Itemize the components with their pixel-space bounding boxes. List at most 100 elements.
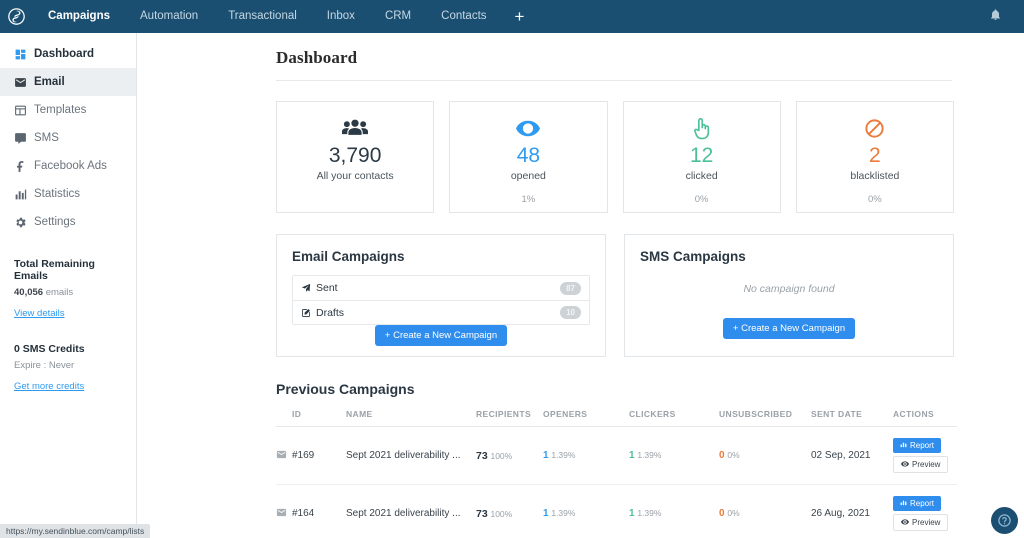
sms-campaigns-title: SMS Campaigns	[640, 249, 746, 264]
row-mail-icon-cell	[276, 426, 292, 485]
eye-icon	[901, 460, 909, 469]
sidebar-item-settings-label: Settings	[34, 216, 76, 228]
envelope-icon	[276, 508, 287, 521]
nav-item-crm[interactable]: CRM	[370, 0, 426, 33]
nav-item-transactional-label: Transactional	[228, 10, 297, 22]
email-campaigns-drafts-label: Drafts	[316, 306, 345, 319]
preview-button[interactable]: Preview	[893, 456, 949, 473]
stat-card-clicked-label: clicked	[685, 170, 718, 182]
table-row[interactable]: #164 Sept 2021 deliverability ... 73 100…	[276, 484, 957, 538]
sidebar-item-sms[interactable]: SMS	[0, 124, 136, 152]
preview-button[interactable]: Preview	[893, 514, 949, 531]
nav-item-inbox[interactable]: Inbox	[312, 0, 370, 33]
create-new-sms-campaign-button[interactable]: + Create a New Campaign	[722, 318, 856, 339]
chat-bubble-icon	[14, 132, 34, 145]
sidebar-item-facebook-ads-label: Facebook Ads	[34, 160, 107, 172]
nav-item-campaigns[interactable]: Campaigns	[33, 0, 125, 33]
email-campaigns-panel: Email Campaigns Sent 87 Drafts 10 + Crea…	[276, 234, 606, 357]
stat-card-contacts: 3,790 All your contacts	[276, 101, 435, 213]
sendinblue-logo-icon[interactable]	[0, 0, 33, 33]
row-unsubscribed-value: 0	[719, 508, 725, 519]
nav-item-transactional[interactable]: Transactional	[213, 0, 312, 33]
row-name[interactable]: Sept 2021 deliverability ...	[346, 484, 476, 538]
report-button[interactable]: Report	[893, 438, 942, 453]
row-clickers-value: 1	[629, 450, 635, 461]
row-unsubscribed: 0 0%	[719, 484, 811, 538]
row-clickers: 1 1.39%	[629, 426, 719, 485]
row-id: #169	[292, 426, 346, 485]
envelope-icon	[14, 76, 34, 89]
row-unsubscribed-percent: 0%	[727, 450, 740, 460]
create-new-email-campaign-button[interactable]: + Create a New Campaign	[374, 325, 508, 346]
sidebar-item-email[interactable]: Email	[0, 68, 136, 96]
report-button[interactable]: Report	[893, 496, 942, 511]
sms-campaigns-empty-message: No campaign found	[743, 283, 835, 295]
stat-card-opened-percent: 1%	[521, 194, 536, 205]
nav-item-campaigns-label: Campaigns	[48, 10, 110, 22]
sidebar-item-facebook-ads[interactable]: Facebook Ads	[0, 152, 136, 180]
stat-card-opened: 48 opened 1%	[449, 101, 608, 213]
top-navigation-bar: Campaigns Automation Transactional Inbox…	[0, 0, 1024, 33]
row-clickers-percent: 1.39%	[637, 508, 662, 518]
row-actions: Report Preview	[893, 426, 957, 485]
previous-campaigns-title: Previous Campaigns	[276, 381, 415, 397]
row-unsubscribed-value: 0	[719, 450, 725, 461]
sidebar-item-templates-label: Templates	[34, 104, 87, 116]
sms-credits-expire: Expire : Never	[14, 360, 75, 371]
column-header-icon	[276, 409, 292, 427]
nav-item-contacts[interactable]: Contacts	[426, 0, 501, 33]
report-button-label: Report	[910, 499, 935, 508]
sidebar-item-dashboard-label: Dashboard	[34, 48, 95, 60]
row-recipients-value: 73	[476, 507, 488, 520]
add-new-button[interactable]: +	[502, 0, 538, 33]
stat-card-blacklisted: 2 blacklisted 0%	[795, 101, 954, 213]
remaining-emails-title: Total Remaining Emails	[14, 258, 95, 282]
bell-icon[interactable]	[989, 8, 1002, 26]
stat-cards: 3,790 All your contacts 48 opened 1% 12 …	[276, 101, 954, 213]
template-icon	[14, 104, 34, 117]
row-sent-date: 02 Sep, 2021	[811, 426, 893, 485]
previous-campaigns-table: ID NAME RECIPIENTS OPENERS CLICKERS UNSU…	[276, 409, 957, 538]
page-title: Dashboard	[276, 48, 358, 67]
column-header-id: ID	[292, 409, 346, 427]
sidebar: Dashboard Email Templates SMS Facebook A	[0, 33, 137, 538]
column-header-clickers: CLICKERS	[629, 409, 719, 427]
row-name[interactable]: Sept 2021 deliverability ...	[346, 426, 476, 485]
row-openers: 1 1.39%	[543, 426, 629, 485]
bar-chart-icon	[900, 441, 907, 450]
view-details-link[interactable]: View details	[14, 308, 65, 319]
remaining-emails-unit: emails	[45, 287, 74, 298]
table-header-row: ID NAME RECIPIENTS OPENERS CLICKERS UNSU…	[276, 409, 957, 427]
email-campaigns-sent-count: 87	[560, 281, 581, 295]
row-clickers-percent: 1.39%	[637, 450, 662, 460]
row-recipients: 73 100%	[476, 426, 543, 485]
row-openers-value: 1	[543, 450, 549, 461]
gear-icon	[14, 216, 34, 229]
row-id: #164	[292, 484, 346, 538]
row-unsubscribed: 0 0%	[719, 426, 811, 485]
top-nav-links: Campaigns Automation Transactional Inbox…	[33, 0, 537, 33]
stat-card-contacts-value: 3,790	[328, 144, 382, 167]
row-unsubscribed-percent: 0%	[727, 508, 740, 518]
table-row[interactable]: #169 Sept 2021 deliverability ... 73 100…	[276, 426, 957, 485]
main-content: Dashboard 3,790 All your contacts 48 ope…	[137, 33, 1024, 538]
row-recipients: 73 100%	[476, 484, 543, 538]
row-sent-date: 26 Aug, 2021	[811, 484, 893, 538]
nav-item-automation[interactable]: Automation	[125, 0, 213, 33]
preview-button-label: Preview	[912, 518, 941, 527]
help-chat-icon[interactable]	[991, 507, 1018, 534]
email-campaigns-list: Sent 87 Drafts 10	[292, 275, 590, 325]
stat-card-blacklisted-percent: 0%	[868, 194, 882, 205]
sidebar-item-statistics-label: Statistics	[34, 188, 81, 200]
stat-card-clicked: 12 clicked 0%	[622, 101, 781, 213]
sidebar-item-dashboard[interactable]: Dashboard	[0, 40, 136, 68]
facebook-icon	[14, 160, 34, 173]
get-more-credits-link[interactable]: Get more credits	[14, 381, 84, 392]
email-campaigns-drafts-row[interactable]: Drafts 10	[293, 300, 589, 324]
row-recipients-percent: 100%	[490, 508, 513, 519]
row-openers-percent: 1.39%	[551, 450, 576, 460]
sidebar-item-settings[interactable]: Settings	[0, 208, 136, 236]
sidebar-item-templates[interactable]: Templates	[0, 96, 136, 124]
email-campaigns-sent-row[interactable]: Sent 87	[293, 276, 589, 300]
sidebar-item-statistics[interactable]: Statistics	[0, 180, 136, 208]
